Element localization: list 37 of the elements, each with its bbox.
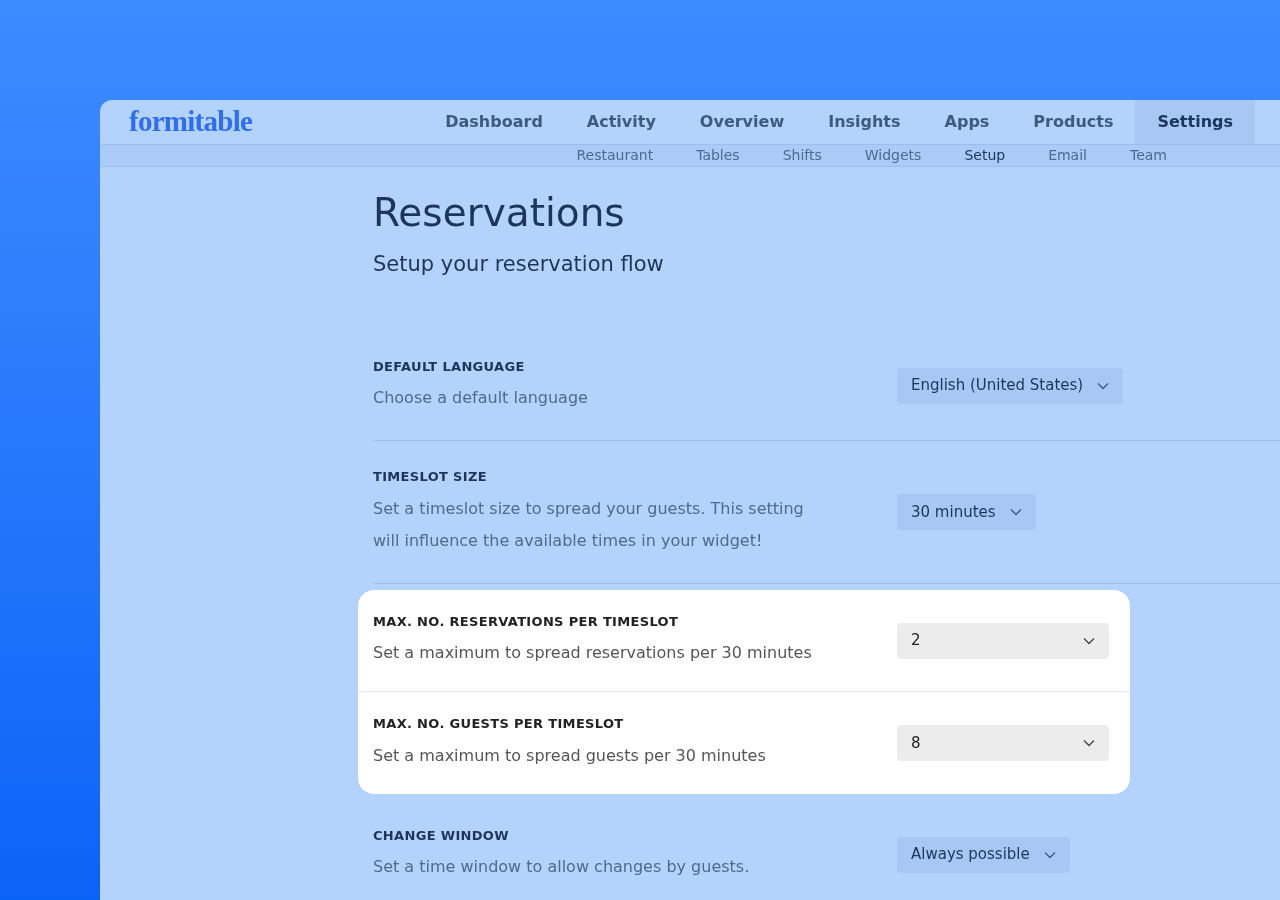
subnav-tab[interactable]: Setup — [943, 144, 1027, 166]
setting-label: DEFAULT LANGUAGE — [373, 357, 526, 376]
chevron-down-icon — [1083, 739, 1095, 747]
nav-tab[interactable]: Products — [1011, 100, 1136, 144]
setting-description: Set a time window to allow changes by guests. — [373, 856, 751, 879]
dropdown[interactable]: 30 minutes — [897, 494, 1036, 530]
subnav-tab[interactable]: Shifts — [761, 144, 843, 166]
nav-tab[interactable]: Activity — [564, 100, 678, 144]
setting-description: Set a maximum to spread reservations per 30 minutes — [373, 642, 813, 665]
setting-description: Set a timeslot size to spread your guests. This setting will influence the available times in your widget! — [373, 497, 805, 552]
chevron-down-icon — [1043, 850, 1056, 859]
dropdown[interactable]: 8 — [897, 725, 1109, 761]
setting-label: CHANGE WINDOW — [373, 826, 510, 845]
nav-tab[interactable]: Apps — [922, 100, 1012, 144]
setting-label: MAX. NO. RESERVATIONS PER TIMESLOT — [373, 612, 680, 631]
subnav-tab[interactable]: Restaurant — [555, 144, 675, 166]
setting-label: TIMESLOT SIZE — [373, 468, 488, 487]
dropdown[interactable]: Always possible — [897, 836, 1070, 873]
setting-description: Choose a default language — [373, 387, 589, 410]
nav-tab[interactable]: Settings — [1135, 100, 1255, 144]
nav-tab[interactable]: Insights — [806, 100, 923, 144]
subnav-tab[interactable]: Team — [1109, 144, 1188, 166]
logo: formitable — [129, 104, 253, 139]
chevron-down-icon — [1097, 381, 1110, 390]
setting-description: Set a maximum to spread guests per 30 minutes — [373, 744, 767, 767]
page-subtitle: Setup your reservation flow — [373, 251, 665, 279]
subnav-tab[interactable]: Tables — [675, 144, 761, 166]
subnav-tab[interactable]: Widgets — [843, 144, 943, 166]
subnav-tab[interactable]: Email — [1027, 144, 1108, 166]
dropdown[interactable]: 2 — [897, 622, 1109, 659]
nav-tab[interactable]: Overview — [677, 100, 807, 144]
setting-label: MAX. NO. GUESTS PER TIMESLOT — [373, 715, 625, 734]
nav-tab[interactable]: Dashboard — [423, 100, 565, 144]
page-title: Reservations — [373, 188, 626, 237]
chevron-down-icon — [1083, 636, 1095, 645]
chevron-down-icon — [1009, 508, 1022, 516]
dropdown[interactable]: English (United States) — [897, 367, 1124, 404]
